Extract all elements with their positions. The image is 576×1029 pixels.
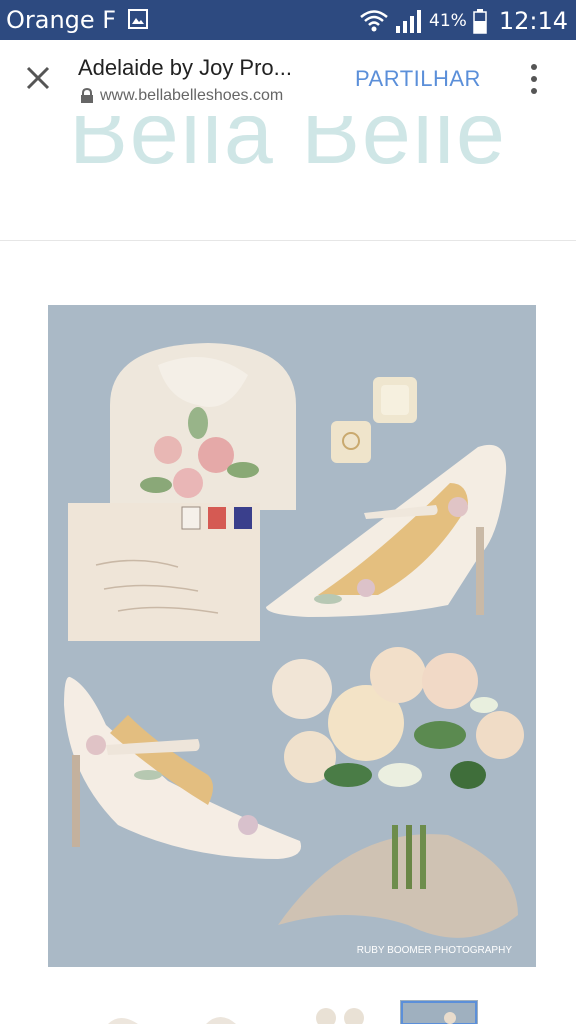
url-row: www.bellabelleshoes.com (80, 87, 283, 105)
thumbnail-1[interactable] (100, 1000, 150, 1024)
carrier-name: Orange F (6, 6, 117, 34)
close-icon (26, 66, 50, 90)
share-button[interactable]: PARTILHAR (355, 66, 481, 92)
header-divider (0, 240, 576, 241)
brand-logo[interactable]: Bella Belle (0, 116, 576, 184)
clock: 12:14 (498, 7, 568, 35)
status-icons: 41% 12:14 (359, 6, 568, 36)
photo-credit: RUBY BOOMER PHOTOGRAPHY (357, 945, 513, 956)
status-bar: Orange F 41% 12:14 (0, 0, 576, 40)
signal-icon (396, 10, 422, 33)
page-title: Adelaide by Joy Pro... (78, 55, 293, 80)
thumbnail-2[interactable] (196, 1000, 246, 1024)
page-url: www.bellabelleshoes.com (100, 87, 284, 104)
custom-tab-toolbar: Adelaide by Joy Pro... www.bellabellesho… (0, 40, 576, 116)
bouquet (272, 647, 524, 938)
close-button[interactable] (20, 60, 56, 96)
battery-percentage: 41% (429, 11, 467, 31)
thumbnail-3[interactable] (304, 1000, 376, 1028)
battery-icon (473, 9, 487, 34)
lock-icon (81, 88, 93, 103)
wifi-icon (360, 10, 388, 32)
site-header: Bella Belle (0, 116, 576, 240)
product-photo[interactable]: RUBY BOOMER PHOTOGRAPHY (48, 305, 536, 967)
thumbnail-4-selected[interactable] (400, 1000, 478, 1025)
thumbnail-strip (0, 1000, 576, 1028)
image-icon (128, 9, 148, 29)
more-vert-icon[interactable] (522, 64, 546, 94)
